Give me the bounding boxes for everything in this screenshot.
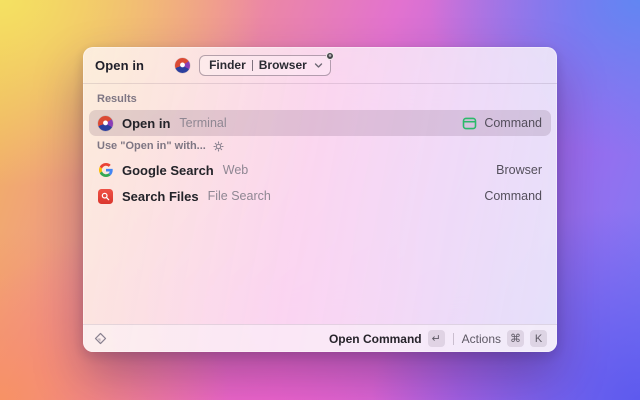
command-keycap: ⌘ (507, 330, 524, 347)
row-subtitle: File Search (207, 189, 271, 203)
k-keycap: K (530, 330, 547, 347)
row-accessory: Browser (496, 163, 542, 177)
row-subtitle: Web (222, 163, 249, 177)
open-in-extension-icon (175, 57, 191, 73)
results-list: Results Open in Terminal Command Use "Op… (83, 84, 557, 324)
terminal-window-icon (463, 117, 477, 129)
row-search-files[interactable]: Search Files File Search Command (89, 183, 551, 209)
open-command-button[interactable]: Open Command ↵ (329, 330, 445, 347)
row-accessory: Command (484, 189, 542, 203)
desktop-background: Open in Finder Browser Results Open in T… (0, 0, 640, 400)
row-accessory-label: Browser (496, 163, 542, 177)
row-title: Google Search (122, 162, 214, 178)
footer-actions: Open Command ↵ Actions ⌘ K (329, 330, 547, 347)
row-accessory-label: Command (484, 116, 542, 130)
return-keycap: ↵ (427, 330, 445, 347)
actions-button[interactable]: Actions ⌘ K (462, 330, 547, 347)
actions-label: Actions (461, 331, 501, 346)
primary-action-label: Open Command (328, 331, 422, 346)
launcher-window: Open in Finder Browser Results Open in T… (83, 47, 557, 352)
row-google-search[interactable]: Google Search Web Browser (89, 157, 551, 183)
notification-badge (325, 51, 334, 60)
open-in-circle-icon (98, 115, 113, 131)
dropdown-option-divider (251, 59, 253, 71)
results-section-header: Results (89, 89, 551, 110)
target-app-dropdown[interactable]: Finder Browser (199, 51, 334, 76)
launcher-header: Open in Finder Browser (83, 47, 557, 84)
command-title: Open in (95, 57, 145, 73)
row-open-in-terminal[interactable]: Open in Terminal Command (89, 110, 551, 136)
results-section-label: Results (97, 93, 137, 105)
use-with-section-header: Use "Open in" with... (89, 136, 551, 157)
row-title: Open in (122, 115, 171, 131)
chevron-down-icon (314, 62, 322, 68)
gear-icon[interactable] (213, 140, 224, 152)
raycast-diamond-icon (94, 332, 107, 345)
file-search-icon (98, 188, 113, 204)
launcher-footer: Open Command ↵ Actions ⌘ K (83, 324, 557, 352)
row-accessory-label: Command (484, 189, 542, 203)
use-with-section-label: Use "Open in" with... (97, 140, 206, 152)
row-accessory: Command (462, 116, 542, 131)
dropdown-option-finder: Finder (209, 58, 246, 72)
dropdown-option-browser: Browser (258, 58, 307, 72)
footer-divider (452, 332, 454, 345)
row-title: Search Files (122, 188, 199, 204)
google-g-icon (98, 163, 113, 178)
row-subtitle: Terminal (179, 116, 227, 130)
